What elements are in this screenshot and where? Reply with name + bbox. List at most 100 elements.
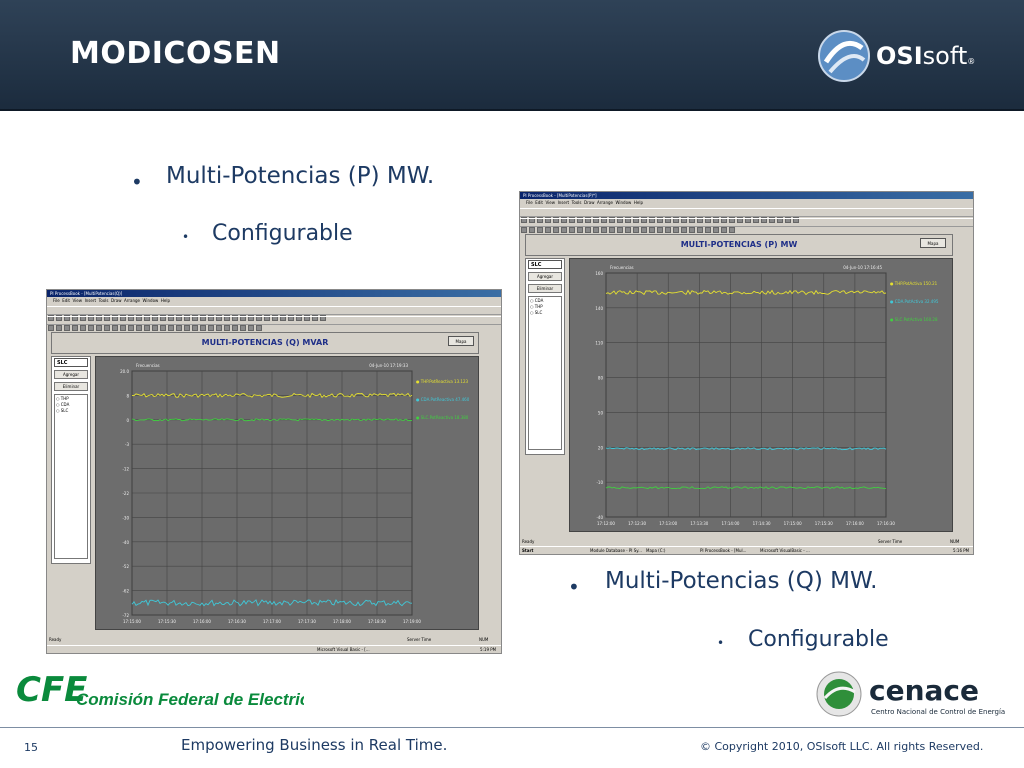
agregar-button[interactable]: Agregar bbox=[54, 370, 88, 379]
legend-entry: ● SLC.PotActiva 160.28 bbox=[890, 317, 938, 322]
x-tick-label: 17:13:30 bbox=[690, 521, 708, 526]
footer-tagline: Empowering Business in Real Time. bbox=[181, 736, 448, 754]
x-tick-label: 17:14:30 bbox=[753, 521, 771, 526]
trend-plot-p[interactable]: 160 140 110 80 50 20 -10 -40 17:12:00 17:12:30 17:… bbox=[569, 258, 953, 532]
x-tick-label: 17:15:30 bbox=[815, 521, 833, 526]
y-tick-label: -72 bbox=[122, 613, 129, 618]
menu-tools[interactable]: Tools bbox=[572, 200, 582, 205]
menu-edit[interactable]: Edit bbox=[535, 200, 543, 205]
unit-select[interactable]: SLC bbox=[54, 358, 88, 367]
menu-insert[interactable]: Insert bbox=[558, 200, 569, 205]
unit-list[interactable] bbox=[528, 296, 562, 450]
menu-view[interactable]: View bbox=[546, 200, 556, 205]
bullet-configurable-2: Configurable bbox=[748, 627, 889, 652]
trend-label: Frecuencias bbox=[610, 265, 634, 270]
legend-entry: ● CDA.PotActiva 32.495 bbox=[890, 299, 939, 304]
list-item[interactable]: ○ CDA bbox=[530, 298, 543, 303]
list-item[interactable]: ○ SLC bbox=[530, 310, 542, 315]
y-tick-label: -10 bbox=[596, 480, 603, 485]
toolbar-drawing-q[interactable] bbox=[47, 316, 501, 331]
y-tick-label: 50 bbox=[598, 410, 604, 415]
footer-divider bbox=[0, 727, 1024, 728]
x-tick-label: 17:16:30 bbox=[228, 619, 246, 624]
task-item[interactable]: PI ProcessBook - [Mul... bbox=[700, 548, 746, 553]
x-tick-label: 17:15:30 bbox=[158, 619, 176, 624]
task-item[interactable]: Mapa (C:) bbox=[646, 548, 665, 553]
menu-window[interactable]: Window bbox=[143, 298, 159, 303]
list-item[interactable]: ○ THP bbox=[530, 304, 543, 309]
panel-title-p: MULTI-POTENCIAS (P) MW bbox=[525, 234, 953, 256]
menu-file[interactable]: File bbox=[53, 298, 60, 303]
task-item[interactable]: Module Database - PI Sy... bbox=[590, 548, 642, 553]
x-tick-label: 17:16:30 bbox=[877, 521, 895, 526]
start-button[interactable]: Start bbox=[522, 548, 533, 553]
menu-view[interactable]: View bbox=[73, 298, 83, 303]
trend-label: Frecuencias bbox=[136, 363, 160, 368]
menu-window[interactable]: Window bbox=[616, 200, 632, 205]
eliminar-button[interactable]: Eliminar bbox=[54, 382, 88, 391]
taskbar-p: Start Module Database - PI Sy... Mapa (C… bbox=[520, 546, 973, 554]
x-tick-label: 17:15:00 bbox=[123, 619, 141, 624]
menu-arrange[interactable]: Arrange bbox=[124, 298, 140, 303]
trend-plot-q[interactable]: 20.0 8 0 -3 -12 -22 -30 -40 -52 -62 -72 17:15:00 17:… bbox=[95, 356, 479, 630]
menu-help[interactable]: Help bbox=[634, 200, 643, 205]
mapa-button[interactable]: Mapa bbox=[448, 336, 474, 346]
panel-title-q: MULTI-POTENCIAS (Q) MVAR bbox=[51, 332, 479, 354]
list-item[interactable]: ○ SLC bbox=[56, 408, 68, 413]
x-tick-label: 17:14:00 bbox=[721, 521, 739, 526]
menu-draw[interactable]: Draw bbox=[111, 298, 121, 303]
bullet-dot: • bbox=[182, 230, 190, 244]
cenace-fullname: Centro Nacional de Control de Energía bbox=[871, 708, 1005, 716]
menu-arrange[interactable]: Arrange bbox=[597, 200, 613, 205]
page-number: 15 bbox=[24, 741, 38, 754]
unit-list[interactable] bbox=[54, 394, 88, 559]
y-tick-label: -30 bbox=[122, 515, 129, 520]
menu-tools[interactable]: Tools bbox=[99, 298, 109, 303]
x-tick-label: 17:13:00 bbox=[659, 521, 677, 526]
unit-select[interactable]: SLC bbox=[528, 260, 562, 269]
task-item[interactable]: Microsoft VisualBasic - ... bbox=[760, 548, 810, 553]
trend-svg: 20.0 8 0 -3 -12 -22 -30 -40 -52 -62 -7217:15:00 17:… bbox=[120, 363, 470, 624]
footer-copyright: © Copyright 2010, OSIsoft LLC. All right… bbox=[700, 740, 984, 753]
y-tick-label: 140 bbox=[595, 306, 603, 311]
clock: 5:16 PM bbox=[953, 548, 970, 553]
menu-help[interactable]: Help bbox=[161, 298, 170, 303]
osisoft-wordmark: OSIsoft® bbox=[876, 42, 976, 70]
y-tick-label: -12 bbox=[122, 467, 129, 472]
y-tick-label: 110 bbox=[595, 341, 603, 346]
menu-insert[interactable]: Insert bbox=[85, 298, 96, 303]
bullet-dot: • bbox=[131, 170, 143, 194]
x-tick-label: 17:16:00 bbox=[193, 619, 211, 624]
x-tick-label: 17:18:00 bbox=[333, 619, 351, 624]
bullet-power-q: Multi-Potencias (Q) MW. bbox=[605, 568, 878, 594]
toolbar-drawing-p[interactable] bbox=[520, 218, 973, 233]
y-tick-label: -40 bbox=[122, 540, 129, 545]
taskbar-q: Microsoft Visual Basic - [... 5:19 PM bbox=[47, 645, 501, 653]
eliminar-button[interactable]: Eliminar bbox=[528, 284, 562, 293]
clock: 5:19 PM bbox=[480, 647, 497, 652]
x-tick-label: 17:16:00 bbox=[846, 521, 864, 526]
menu-bar-q: File Edit View Insert Tools Draw Arrange… bbox=[47, 297, 501, 305]
mapa-button[interactable]: Mapa bbox=[920, 238, 946, 248]
list-item[interactable]: ○ CDA bbox=[56, 402, 69, 407]
toolbar-standard-p[interactable] bbox=[520, 208, 973, 223]
status-bar-q: Ready Server Time NUM bbox=[49, 637, 489, 642]
toolbar-standard-q[interactable] bbox=[47, 306, 501, 321]
menu-edit[interactable]: Edit bbox=[62, 298, 70, 303]
y-tick-label: 160 bbox=[595, 271, 603, 276]
menu-bar-p: File Edit View Insert Tools Draw Arrange… bbox=[520, 199, 973, 207]
menu-file[interactable]: File bbox=[526, 200, 533, 205]
cenace-wordmark: cenace bbox=[869, 674, 979, 707]
y-tick-label: -3 bbox=[125, 442, 129, 447]
x-tick-label: 17:12:00 bbox=[597, 521, 615, 526]
agregar-button[interactable]: Agregar bbox=[528, 272, 562, 281]
task-item[interactable]: Microsoft Visual Basic - [... bbox=[317, 647, 370, 652]
cenace-logo: cenace Centro Nacional de Control de Ene… bbox=[816, 671, 1005, 717]
menu-draw[interactable]: Draw bbox=[584, 200, 594, 205]
list-item[interactable]: ○ THP bbox=[56, 396, 69, 401]
x-tick-label: 17:18:30 bbox=[368, 619, 386, 624]
bullet-configurable-1: Configurable bbox=[212, 221, 353, 246]
x-tick-label: 17:12:30 bbox=[628, 521, 646, 526]
bullet-dot: • bbox=[568, 575, 580, 599]
trend-time: 04-Jun-10 17:16:45 bbox=[843, 265, 882, 270]
